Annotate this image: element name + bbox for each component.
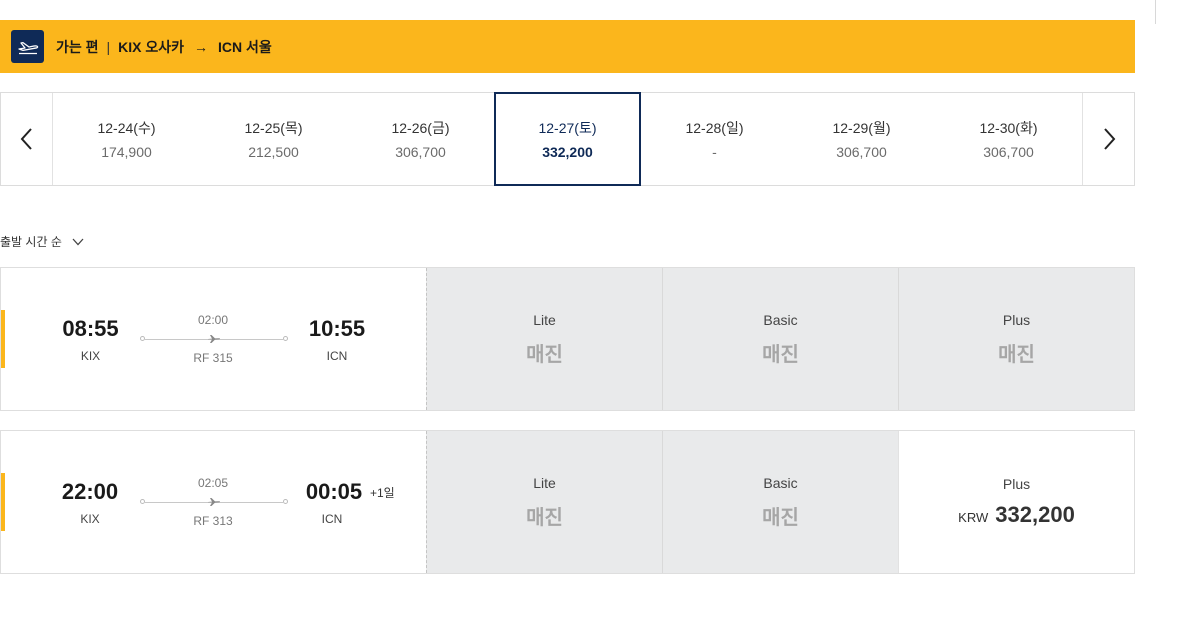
departure-time: 22:00 xyxy=(61,479,119,504)
date-label: 12-27(토) xyxy=(538,120,597,136)
date-tab[interactable]: 12-29(월) 306,700 xyxy=(788,93,935,185)
destination-label: ICN 서울 xyxy=(218,38,272,55)
date-tab[interactable]: 12-24(수) 174,900 xyxy=(53,93,200,185)
flight-number: RF 315 xyxy=(193,351,233,365)
chevron-down-icon xyxy=(72,238,84,245)
fare-basic[interactable]: Basic 매진 xyxy=(662,268,898,410)
price-amount: 332,200 xyxy=(995,502,1075,527)
chevron-right-icon xyxy=(1103,128,1115,150)
chevron-left-icon xyxy=(20,128,32,150)
fare-class-label: Basic xyxy=(763,474,798,491)
date-label: 12-26(금) xyxy=(391,120,450,136)
fare-class-label: Plus xyxy=(1002,311,1031,328)
arrival-time: 10:55 xyxy=(308,316,366,341)
date-label: 12-24(수) xyxy=(97,120,156,136)
date-tab[interactable]: 12-28(일) - xyxy=(641,93,788,185)
departure-code: KIX xyxy=(80,512,100,526)
date-label: 12-29(월) xyxy=(832,120,891,136)
fare-price: KRW 332,200 xyxy=(958,502,1075,528)
fare-basic[interactable]: Basic 매진 xyxy=(662,431,898,573)
fare-class-label: Basic xyxy=(763,311,798,328)
departure-time: 08:55 xyxy=(62,316,119,341)
origin-label: KIX 오사카 xyxy=(118,38,185,55)
prev-dates-button[interactable] xyxy=(1,93,53,185)
arrival-code: ICN xyxy=(326,349,348,363)
arrival-code: ICN xyxy=(321,512,343,526)
sold-out-label: 매진 xyxy=(526,343,563,366)
date-price: 332,200 xyxy=(542,144,593,160)
direction-label: 가는 편 xyxy=(56,38,99,55)
date-label: 12-25(목) xyxy=(244,120,303,136)
date-price: 174,900 xyxy=(101,144,152,160)
plane-icon xyxy=(208,498,221,506)
fare-plus[interactable]: Plus 매진 xyxy=(898,268,1134,410)
date-price: 212,500 xyxy=(248,144,299,160)
flight-number: RF 313 xyxy=(193,514,233,528)
sold-out-label: 매진 xyxy=(762,343,799,366)
next-dates-button[interactable] xyxy=(1082,93,1134,185)
date-tab-selected[interactable]: 12-27(토) 332,200 xyxy=(494,92,641,186)
day-offset-label: +1일 xyxy=(370,486,395,500)
currency-label: KRW xyxy=(958,510,989,525)
date-price: - xyxy=(712,144,717,160)
flight-duration: 02:00 xyxy=(197,313,229,327)
sort-label: 출발 시간 순 xyxy=(0,235,62,249)
date-tab[interactable]: 12-25(목) 212,500 xyxy=(200,93,347,185)
date-price: 306,700 xyxy=(395,144,446,160)
route-text: 가는 편 | KIX 오사카 → ICN 서울 xyxy=(56,37,272,57)
fare-class-label: Lite xyxy=(533,474,556,491)
departure-code: KIX xyxy=(80,349,101,363)
date-price: 306,700 xyxy=(983,144,1034,160)
flight-card: 08:55 KIX 02:00 RF 315 10:55 ICN Lite 매진… xyxy=(0,267,1135,411)
date-tab[interactable]: 12-30(화) 306,700 xyxy=(935,93,1082,185)
route-end-dot xyxy=(283,336,288,341)
sold-out-label: 매진 xyxy=(762,506,799,529)
date-list: 12-24(수) 174,900 12-25(목) 212,500 12-26(… xyxy=(53,92,1082,186)
fare-lite[interactable]: Lite 매진 xyxy=(426,268,662,410)
fare-class-label: Plus xyxy=(1002,476,1031,492)
fare-class-label: Lite xyxy=(533,311,556,328)
sort-dropdown[interactable]: 출발 시간 순 xyxy=(0,233,84,250)
fare-plus[interactable]: Plus KRW 332,200 xyxy=(898,431,1134,573)
route-arrow: → xyxy=(194,38,209,55)
fare-lite[interactable]: Lite 매진 xyxy=(426,431,662,573)
route-end-dot xyxy=(283,499,288,504)
date-label: 12-28(일) xyxy=(685,120,744,136)
takeoff-plane-icon xyxy=(11,30,44,63)
date-selector: 12-24(수) 174,900 12-25(목) 212,500 12-26(… xyxy=(0,92,1135,186)
date-tab[interactable]: 12-26(금) 306,700 xyxy=(347,93,494,185)
flight-card: 22:00 KIX 02:05 RF 313 00:05 +1일 ICN Lit… xyxy=(0,430,1135,574)
sold-out-label: 매진 xyxy=(526,506,563,529)
arrival-time: 00:05 xyxy=(305,479,363,504)
divider xyxy=(1155,0,1156,24)
flight-schedule: 08:55 KIX 02:00 RF 315 10:55 ICN xyxy=(1,268,426,410)
plane-icon xyxy=(208,335,221,343)
date-price: 306,700 xyxy=(836,144,887,160)
flight-schedule: 22:00 KIX 02:05 RF 313 00:05 +1일 ICN xyxy=(1,431,426,573)
sold-out-label: 매진 xyxy=(998,343,1035,366)
flight-duration: 02:05 xyxy=(197,476,229,490)
date-label: 12-30(화) xyxy=(979,120,1038,136)
route-header: 가는 편 | KIX 오사카 → ICN 서울 xyxy=(0,20,1135,73)
route-separator: | xyxy=(106,38,111,55)
